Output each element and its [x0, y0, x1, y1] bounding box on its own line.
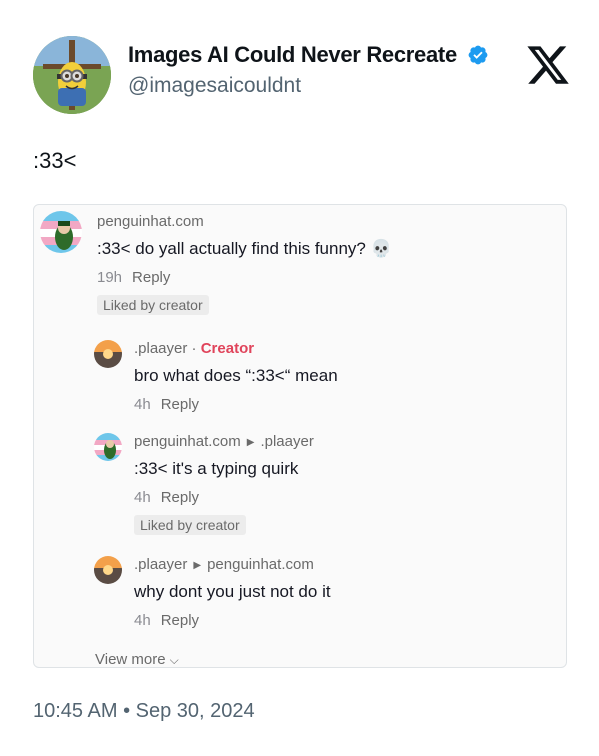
comment-username: .plaayer · Creator	[134, 340, 338, 357]
comment-3: penguinhat.com ▶ .plaayer :33< it's a typi…	[94, 431, 564, 541]
separator-dot: ·	[191, 340, 197, 357]
triangle-right-icon: ▶	[246, 437, 255, 448]
comment-username: penguinhat.com ▶ .plaayer	[134, 433, 314, 450]
tweet-header: Images AI Could Never Recreate @imagesai…	[33, 32, 579, 114]
comment-username[interactable]: penguinhat.com	[97, 213, 392, 230]
comment-time: 4h	[134, 396, 151, 413]
comment-avatar[interactable]	[40, 211, 82, 253]
embedded-comments-image: penguinhat.com :33< do yall actually fin…	[33, 204, 567, 668]
comment-meta: 4h Reply	[134, 489, 314, 506]
comment-text: :33< do yall actually find this funny? 💀	[97, 239, 392, 258]
comment-username: .plaayer ▶ penguinhat.com	[134, 556, 331, 573]
comment-time: 4h	[134, 612, 151, 629]
comment-time: 19h	[97, 269, 123, 286]
comment-2: .plaayer · Creator bro what does “:33<“ …	[94, 338, 564, 418]
username[interactable]: .plaayer	[134, 340, 187, 357]
comment-avatar[interactable]	[94, 556, 122, 584]
reply-to-username[interactable]: .plaayer	[260, 433, 313, 450]
tweet-text: :33<	[33, 148, 77, 173]
chevron-down-icon: ⌵	[169, 653, 179, 667]
comment-avatar[interactable]	[94, 340, 122, 368]
triangle-right-icon: ▶	[193, 560, 202, 571]
username[interactable]: penguinhat.com	[134, 433, 241, 450]
comment-4: .plaayer ▶ penguinhat.com why dont you jus…	[94, 554, 564, 644]
verified-badge-icon	[468, 45, 488, 65]
comment-meta: 19h Reply	[97, 269, 392, 286]
reply-button[interactable]: Reply	[161, 489, 199, 506]
profile-avatar[interactable]	[33, 36, 111, 114]
username[interactable]: .plaayer	[134, 556, 187, 573]
comment-text: bro what does “:33<“ mean	[134, 366, 338, 385]
comment-avatar[interactable]	[94, 433, 122, 461]
comment-meta: 4h Reply	[134, 612, 331, 629]
tweet-time: 10:45 AM	[33, 700, 118, 722]
tweet-date: Sep 30, 2024	[135, 700, 255, 722]
comment-1: penguinhat.com :33< do yall actually fin…	[34, 205, 566, 325]
comment-meta: 4h Reply	[134, 396, 338, 413]
comment-text: :33< it's a typing quirk	[134, 459, 299, 478]
author-info: Images AI Could Never Recreate @imagesai…	[128, 42, 489, 98]
liked-by-creator-badge: Liked by creator	[134, 515, 246, 535]
tweet-timestamp[interactable]: 10:45 AM • Sep 30, 2024	[33, 700, 255, 723]
creator-badge: Creator	[200, 340, 255, 357]
user-handle[interactable]: @imagesaicouldnt	[128, 74, 489, 98]
reply-button[interactable]: Reply	[161, 396, 199, 413]
comment-text: why dont you just not do it	[134, 582, 331, 601]
reply-button[interactable]: Reply	[161, 612, 199, 629]
view-more-label: View more	[95, 651, 166, 668]
liked-by-creator-badge: Liked by creator	[97, 295, 209, 315]
x-logo-icon[interactable]	[525, 42, 571, 88]
display-name[interactable]: Images AI Could Never Recreate	[128, 42, 457, 68]
reply-button[interactable]: Reply	[132, 269, 170, 286]
separator-dot: •	[123, 700, 131, 722]
comment-time: 4h	[134, 489, 151, 506]
view-more-button[interactable]: View more ⌵	[95, 651, 179, 668]
reply-to-username[interactable]: penguinhat.com	[207, 556, 314, 573]
